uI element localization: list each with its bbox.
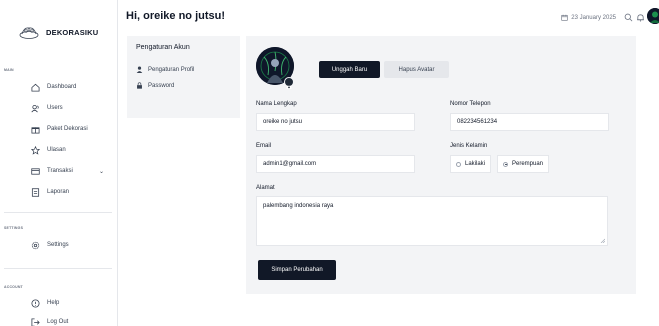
settings-link-password[interactable]: Password: [136, 82, 174, 89]
sidebar-item-paket-dekorasi[interactable]: Paket Dekorasi: [31, 122, 111, 136]
sidebar-item-label: Help: [47, 300, 60, 306]
user-icon: [136, 66, 143, 73]
section-label-settings: SETTINGS: [4, 226, 24, 230]
section-label-main: MAIN: [4, 68, 14, 72]
lock-icon: [137, 82, 142, 89]
email-label: Email: [256, 143, 272, 149]
logo-icon: [19, 27, 39, 39]
sidebar-item-ulasan[interactable]: Ulasan: [31, 143, 111, 157]
remove-avatar-button[interactable]: Hapus Avatar: [384, 61, 449, 78]
sidebar-item-laporan[interactable]: Laporan: [31, 185, 111, 199]
calendar-icon: [561, 14, 568, 21]
sidebar-item-label: Paket Dekorasi: [47, 126, 88, 132]
sidebar-item-label: Log Out: [47, 319, 69, 325]
top-header: Hi, oreike no jutsu! 23 January 2025: [118, 0, 659, 28]
radio-label: Perempuan: [512, 161, 544, 167]
sidebar-item-label: Laporan: [47, 189, 70, 195]
settings-title: Pengaturan Akun: [136, 44, 190, 51]
date-text: 23 January 2025: [571, 14, 616, 21]
users-icon: [31, 104, 40, 113]
logout-icon: [31, 317, 40, 326]
sidebar-item-users[interactable]: Users: [31, 101, 111, 115]
report-icon: [31, 187, 40, 197]
divider: [4, 268, 112, 269]
user-avatar[interactable]: [647, 8, 659, 24]
address-field[interactable]: palembang indonesia raya: [256, 196, 608, 246]
brand-name: DEKORASIKU: [46, 27, 99, 37]
search-icon[interactable]: [624, 13, 633, 22]
divider: [4, 212, 112, 213]
page-greeting: Hi, oreike no jutsu!: [126, 10, 226, 22]
save-changes-button[interactable]: Simpan Perubahan: [258, 260, 336, 280]
name-field[interactable]: oreike no jutsu: [256, 113, 415, 131]
section-label-account: ACCOUNT: [4, 285, 23, 289]
resize-handle-icon[interactable]: [600, 238, 605, 243]
sidebar-item-help[interactable]: Help: [31, 296, 111, 310]
sidebar-item-transaksi[interactable]: Transaksi ⌄: [31, 164, 111, 178]
settings-link-label: Pengaturan Profil: [148, 66, 195, 73]
brand[interactable]: DEKORASIKU: [19, 22, 98, 42]
settings-link-profile[interactable]: Pengaturan Profil: [136, 66, 194, 73]
account-settings-nav: Pengaturan Akun Pengaturan Profil Passwo…: [127, 36, 240, 118]
gender-option-perempuan[interactable]: Perempuan: [497, 155, 550, 173]
name-label: Nama Lengkap: [256, 101, 297, 107]
sidebar: DEKORASIKU MAIN Dashboard Users Paket De…: [0, 0, 118, 326]
radio-icon: [456, 161, 461, 167]
bell-icon[interactable]: [636, 13, 645, 22]
help-icon: [31, 298, 40, 308]
address-label: Alamat: [256, 185, 275, 191]
sidebar-item-label: Ulasan: [47, 147, 66, 153]
phone-field[interactable]: 082234561234: [450, 113, 609, 131]
radio-selected-icon: [503, 161, 508, 167]
date-display: 23 January 2025: [561, 14, 616, 21]
profile-form: Unggah Baru Hapus Avatar Nama Lengkap or…: [246, 36, 636, 294]
sidebar-item-logout[interactable]: Log Out: [31, 315, 111, 326]
gift-icon: [31, 125, 40, 134]
phone-label: Nomor Telepon: [450, 101, 491, 107]
sidebar-item-label: Dashboard: [47, 84, 77, 90]
card-icon: [31, 167, 40, 176]
sidebar-item-dashboard[interactable]: Dashboard: [31, 80, 111, 94]
star-icon: [31, 145, 40, 155]
settings-link-label: Password: [148, 82, 175, 89]
upload-avatar-button[interactable]: Unggah Baru: [319, 61, 380, 78]
gender-option-lakilaki[interactable]: Lakilaki: [450, 155, 492, 173]
email-field[interactable]: admin1@gmail.com: [256, 155, 415, 173]
radio-label: Lakilaki: [465, 161, 486, 167]
gear-icon: [31, 241, 40, 250]
gender-label: Jenis Kelamin: [450, 143, 488, 149]
home-icon: [31, 83, 40, 92]
camera-icon[interactable]: [284, 77, 294, 89]
sidebar-item-settings[interactable]: Settings: [31, 238, 111, 252]
sidebar-item-label: Users: [47, 105, 63, 111]
sidebar-item-label: Settings: [47, 242, 69, 248]
sidebar-item-label: Transaksi: [47, 168, 73, 174]
chevron-down-icon[interactable]: ⌄: [99, 168, 104, 175]
address-value: palembang indonesia raya: [263, 203, 334, 209]
